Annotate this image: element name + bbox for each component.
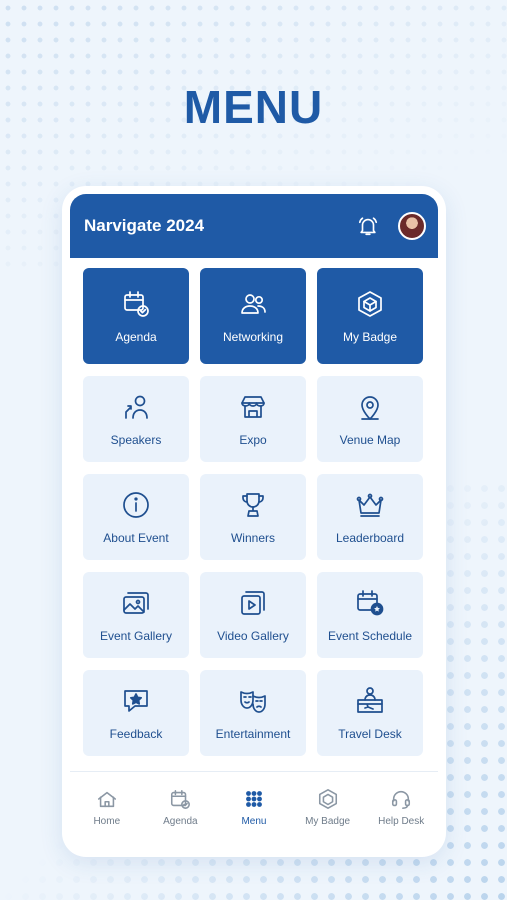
menu-tile-event-gallery[interactable]: Event Gallery [83,572,189,658]
menu-tile-label: Event Gallery [99,629,173,643]
menu-tile-label: Venue Map [339,433,401,447]
page-headline: MENU [183,81,324,133]
menu-tile-label: Agenda [115,330,157,344]
nav-label: Home [93,816,121,827]
menu-tile-about-event[interactable]: About Event [83,474,189,560]
menu-tile-label: My Badge [342,330,398,344]
menu-tile-feedback[interactable]: Feedback [83,670,189,756]
nav-label: Agenda [163,816,198,827]
info-icon [120,489,152,521]
user-avatar[interactable] [398,212,426,240]
crown-icon [354,489,386,521]
menu-grid: Agenda Networking My Badge Speakers Expo Venu… [83,268,423,756]
menu-tile-label: Travel Desk [338,727,402,741]
nav-label: Menu [241,816,267,827]
app-title: Narvigate 2024 [84,216,205,235]
trophy-icon [237,489,269,521]
nav-item-home[interactable]: Home [73,786,141,846]
menu-tile-travel-desk[interactable]: Travel Desk [317,670,423,756]
menu-tile-label: Speakers [110,433,162,447]
menu-tile-networking[interactable]: Networking [200,268,306,364]
menu-tile-agenda[interactable]: Agenda [83,268,189,364]
menu-tile-label: Leaderboard [335,531,405,545]
nav-item-help-desk[interactable]: Help Desk [367,786,435,846]
nav-item-my-badge[interactable]: My Badge [294,786,362,846]
speaker-icon [120,391,152,423]
app-bar: Narvigate 2024 [70,194,438,258]
menu-tile-leaderboard[interactable]: Leaderboard [317,474,423,560]
nav-label: My Badge [305,816,351,827]
people-icon [237,288,269,320]
travel-desk-icon [354,685,386,717]
menu-tile-video-gallery[interactable]: Video Gallery [200,572,306,658]
feedback-star-icon [120,685,152,717]
bottom-navigation: Home Agenda Menu My Badge Help Desk [70,786,438,846]
nav-divider [70,771,438,772]
menu-tile-label: Event Schedule [327,629,413,643]
nav-label: Help Desk [378,816,425,827]
video-icon [237,587,269,619]
phone-frame: Narvigate 2024 Agenda Networking My Badge S… [62,186,446,857]
calendar-check-icon [167,786,193,812]
menu-tile-label: About Event [103,531,169,545]
home-icon [94,786,120,812]
theatre-masks-icon [237,685,269,717]
nav-item-menu[interactable]: Menu [220,786,288,846]
menu-tile-label: Expo [239,433,267,447]
menu-tile-venue-map[interactable]: Venue Map [317,376,423,462]
menu-tile-label: Winners [230,531,275,545]
calendar-star-icon [354,587,386,619]
menu-tile-label: Entertainment [215,727,291,741]
map-pin-icon [354,391,386,423]
grid-dots-icon [241,786,267,812]
menu-tile-label: Networking [222,330,284,344]
menu-tile-expo[interactable]: Expo [200,376,306,462]
menu-tile-event-schedule[interactable]: Event Schedule [317,572,423,658]
gallery-icon [120,587,152,619]
menu-tile-speakers[interactable]: Speakers [83,376,189,462]
bell-icon[interactable] [356,214,380,238]
menu-tile-my-badge[interactable]: My Badge [317,268,423,364]
headset-icon [388,786,414,812]
badge-cube-icon [354,288,386,320]
menu-tile-entertainment[interactable]: Entertainment [200,670,306,756]
badge-cube-icon [315,786,341,812]
menu-tile-label: Video Gallery [217,629,289,643]
nav-item-agenda[interactable]: Agenda [146,786,214,846]
booth-icon [237,391,269,423]
menu-tile-winners[interactable]: Winners [200,474,306,560]
calendar-check-icon [120,288,152,320]
menu-tile-label: Feedback [109,727,163,741]
